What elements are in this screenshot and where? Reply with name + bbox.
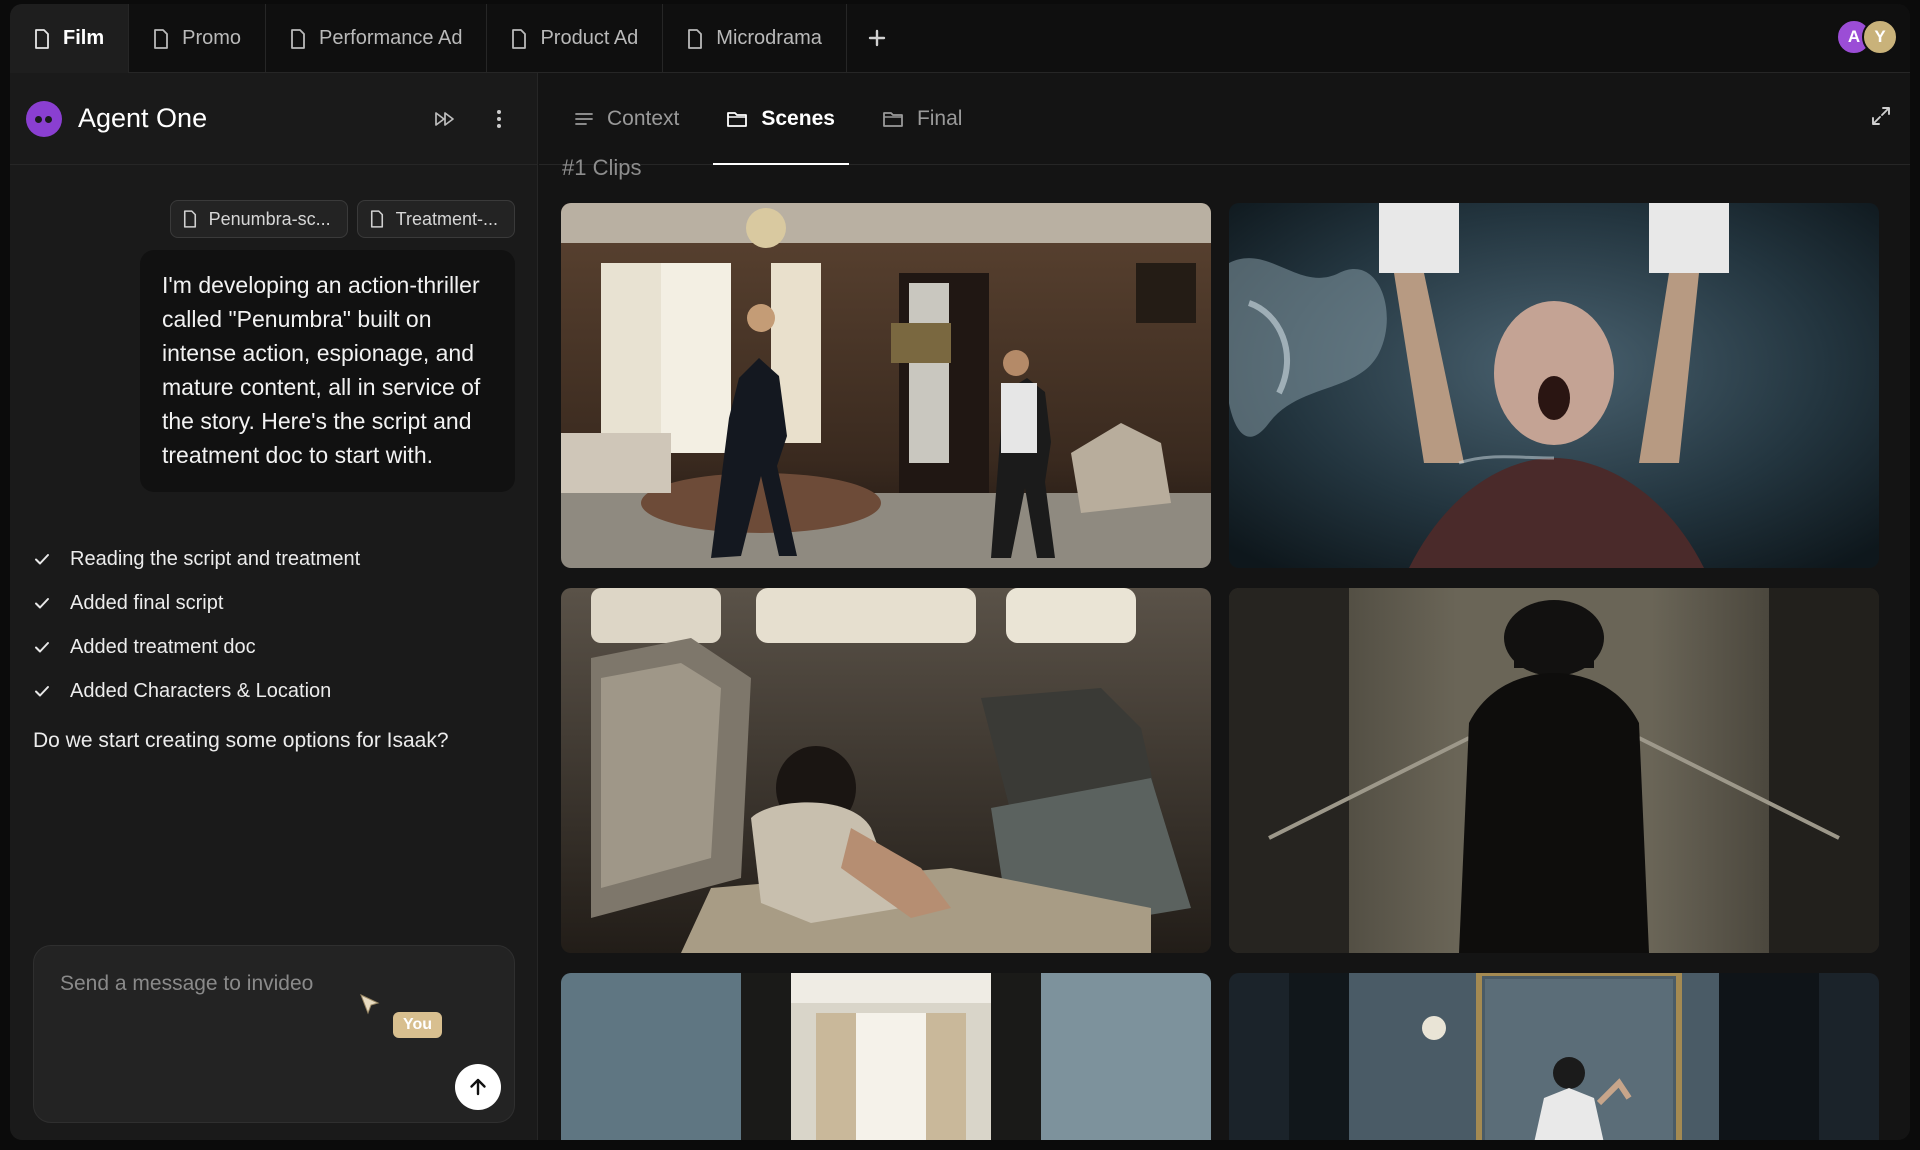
tab-label: Scenes <box>761 106 835 130</box>
fast-forward-icon <box>435 111 454 126</box>
progress-step-label: Added Characters & Location <box>70 679 332 702</box>
clips-grid <box>561 203 1879 1140</box>
agent-name: Agent One <box>78 103 208 133</box>
pointer-cursor-icon <box>360 994 380 1015</box>
check-icon <box>35 686 49 697</box>
tab-microdrama[interactable]: Microdrama <box>663 4 847 73</box>
tab-context[interactable]: Context <box>561 73 693 164</box>
attachments-row: Penumbra-sc... Treatment-... <box>169 200 515 238</box>
progress-step-label: Added final script <box>70 591 224 614</box>
clip-image <box>1229 973 1879 1140</box>
clip-image <box>561 203 1211 568</box>
tab-promo[interactable]: Promo <box>129 4 267 73</box>
folder-icon <box>727 111 748 127</box>
tab-product-ad[interactable]: Product Ad <box>487 4 664 73</box>
tab-label: Product Ad <box>540 27 639 49</box>
clip-thumbnail[interactable] <box>561 588 1211 953</box>
send-button[interactable] <box>455 1064 501 1110</box>
progress-step-label: Reading the script and treatment <box>70 547 361 570</box>
tab-label: Promo <box>182 27 242 49</box>
message-input[interactable] <box>60 972 360 996</box>
agent-logo-icon <box>26 100 62 137</box>
document-tab-bar: Film Promo Performance Ad Product Ad Mic… <box>10 4 1910 73</box>
user-message-bubble: I'm developing an action-thriller called… <box>140 250 515 492</box>
file-icon <box>512 28 527 49</box>
check-icon <box>35 642 49 653</box>
agent-progress-list: Reading the script and treatment Added f… <box>34 537 360 713</box>
attachment-name: Penumbra-sc... <box>208 208 331 229</box>
tab-film[interactable]: Film <box>10 4 130 73</box>
agent-header: Agent One <box>10 73 537 165</box>
progress-step: Added Characters & Location <box>34 669 360 713</box>
folder-icon <box>883 111 903 127</box>
progress-step: Added treatment doc <box>34 625 360 669</box>
clip-image <box>561 588 1211 953</box>
clip-thumbnail[interactable] <box>1229 203 1879 568</box>
clip-thumbnail[interactable] <box>561 973 1211 1140</box>
clip-image <box>561 973 1211 1140</box>
expand-icon <box>1872 107 1890 125</box>
attachment-name: Treatment-... <box>395 208 498 229</box>
workspace-panel: Context Scenes Final #1 Clips <box>539 73 1910 1140</box>
plus-icon <box>868 29 886 47</box>
tab-label: Film <box>63 27 105 49</box>
clip-image <box>1229 588 1879 953</box>
tab-label: Context <box>607 106 680 130</box>
app-window: Film Promo Performance Ad Product Ad Mic… <box>10 4 1910 1140</box>
message-composer: You <box>33 945 515 1123</box>
file-icon <box>35 28 49 49</box>
more-vertical-icon <box>497 109 501 128</box>
arrow-up-icon <box>470 1078 486 1096</box>
more-options-button[interactable] <box>481 101 517 137</box>
progress-step: Added final script <box>34 581 360 625</box>
agent-message: Do we start creating some options for Is… <box>33 729 449 752</box>
lines-icon <box>575 112 593 125</box>
collaborator-avatars: A Y <box>1836 19 1898 55</box>
agent-chat-panel: Agent One Penumbra-sc... Treatment-... I… <box>10 73 538 1140</box>
fast-forward-button[interactable] <box>427 101 463 137</box>
tab-label: Performance Ad <box>319 27 463 49</box>
tab-label: Microdrama <box>716 27 822 49</box>
attachment-chip-treatment[interactable]: Treatment-... <box>356 200 515 238</box>
avatar[interactable]: Y <box>1862 19 1898 55</box>
check-icon <box>35 554 49 565</box>
check-icon <box>35 598 49 609</box>
clip-thumbnail[interactable] <box>1229 588 1879 953</box>
add-tab-button[interactable] <box>847 4 907 72</box>
tab-final[interactable]: Final <box>869 73 977 164</box>
file-icon <box>688 28 703 49</box>
file-icon <box>370 210 383 228</box>
tab-label: Final <box>916 106 963 130</box>
clip-image <box>1229 203 1879 568</box>
expand-button[interactable] <box>1870 105 1892 132</box>
attachment-chip-script[interactable]: Penumbra-sc... <box>169 200 348 238</box>
collaborator-cursor-label: You <box>393 1012 443 1038</box>
view-tab-bar: Context Scenes Final <box>539 73 1910 165</box>
progress-step-label: Added treatment doc <box>70 635 256 658</box>
tab-performance-ad[interactable]: Performance Ad <box>266 4 488 73</box>
clip-thumbnail[interactable] <box>561 203 1211 568</box>
file-icon <box>291 28 305 49</box>
progress-step: Reading the script and treatment <box>34 537 360 581</box>
file-icon <box>183 210 196 228</box>
clip-thumbnail[interactable] <box>1229 973 1879 1140</box>
section-title: #1 Clips <box>562 155 642 180</box>
tab-scenes[interactable]: Scenes <box>713 73 849 165</box>
file-icon <box>154 28 169 49</box>
